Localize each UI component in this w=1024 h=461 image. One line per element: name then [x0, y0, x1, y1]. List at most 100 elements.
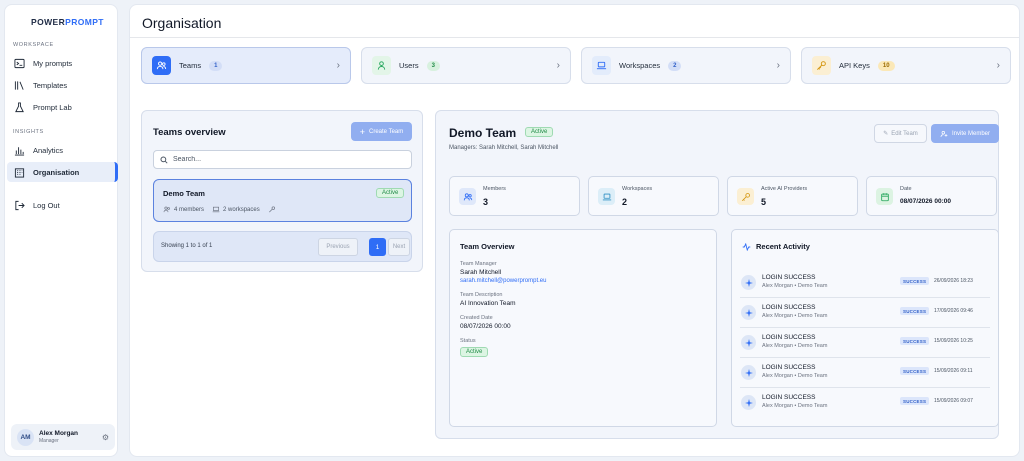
activity-badge: SUCCESS: [900, 307, 930, 315]
team-description: AI Innovation Team: [460, 300, 516, 307]
activity-title: LOGIN SUCCESS: [762, 274, 816, 281]
tab-workspaces[interactable]: Workspaces 2 ›: [581, 47, 791, 84]
activity-badge: SUCCESS: [900, 367, 930, 375]
chevron-right-icon: ›: [996, 60, 1000, 71]
activity-time: 15/09/2026 10:25: [934, 338, 973, 344]
key-icon: [737, 188, 754, 205]
activity-divider: [740, 327, 990, 328]
activity-item[interactable]: LOGIN SUCCESS Alex Morgan • Demo Team SU…: [741, 330, 986, 354]
invite-member-button[interactable]: Invite Member: [931, 124, 999, 143]
team-detail-panel: Demo Team Active Managers: Sarah Mitchel…: [435, 110, 999, 439]
tab-users[interactable]: Users 3 ›: [361, 47, 571, 84]
tab-teams[interactable]: Teams 1 ›: [141, 47, 351, 84]
previous-page-button[interactable]: Previous: [318, 238, 358, 256]
activity-title: LOGIN SUCCESS: [762, 364, 816, 371]
count-badge: 2: [668, 60, 682, 71]
next-page-button[interactable]: Next: [388, 238, 410, 256]
activity-item[interactable]: LOGIN SUCCESS Alex Morgan • Demo Team SU…: [741, 270, 986, 294]
create-team-label: Create Team: [369, 128, 404, 135]
tab-label: Workspaces: [619, 61, 661, 70]
kpi-date: Date 08/07/2026 00:00: [866, 176, 997, 216]
kpi-active-ai-providers: Active AI Providers 5: [727, 176, 858, 216]
status-label: Status: [460, 338, 476, 344]
edit-team-button[interactable]: ✎ Edit Team: [874, 124, 927, 143]
team-members-count: 4 members: [174, 206, 205, 213]
activity-time: 15/09/2026 09:11: [934, 368, 973, 374]
sidebar-item-prompt-lab[interactable]: Prompt Lab: [7, 97, 118, 117]
sidebar-item-label: My prompts: [33, 58, 73, 68]
team-card-demo-team[interactable]: Demo Team Active 4 members 2 workspaces: [153, 179, 412, 222]
team-overview-card: Team Overview Team Manager Sarah Mitchel…: [449, 229, 717, 427]
activity-subtitle: Alex Morgan • Demo Team: [762, 313, 828, 319]
sidebar-item-label: Log Out: [33, 200, 60, 210]
sparkle-icon: [741, 395, 756, 410]
activity-title: LOGIN SUCCESS: [762, 394, 816, 401]
logout-icon: [15, 200, 25, 210]
search-input[interactable]: [173, 156, 393, 163]
sidebar-item-label: Templates: [33, 80, 68, 90]
sparkle-icon: [741, 365, 756, 380]
team-name: Demo Team: [163, 189, 205, 198]
pagination-info: Showing 1 to 1 of 1: [161, 243, 213, 249]
activity-badge: SUCCESS: [900, 277, 930, 285]
tab-label: API Keys: [839, 61, 870, 70]
tab-api-keys[interactable]: API Keys 10 ›: [801, 47, 1011, 84]
building-icon: [14, 167, 25, 178]
users-icon: [459, 188, 476, 205]
activity-item[interactable]: LOGIN SUCCESS Alex Morgan • Demo Team SU…: [741, 300, 986, 324]
brand-logo[interactable]: POWERPROMPT: [31, 17, 104, 27]
team-overview-title: Team Overview: [460, 242, 514, 251]
sidebar-item-label: Analytics: [33, 145, 64, 155]
main-content: Organisation Teams 1 › Users 3 › Workspa…: [129, 4, 1020, 457]
activity-item[interactable]: LOGIN SUCCESS Alex Morgan • Demo Team SU…: [741, 360, 986, 384]
team-workspaces-count: 2 workspaces: [223, 206, 260, 213]
activity-subtitle: Alex Morgan • Demo Team: [762, 373, 828, 379]
activity-title: LOGIN SUCCESS: [762, 304, 816, 311]
created-date: 08/07/2026 00:00: [460, 323, 511, 330]
calendar-icon: [876, 188, 893, 205]
sidebar-item-my-prompts[interactable]: My prompts: [7, 53, 118, 73]
laptop-icon: [212, 206, 220, 213]
user-card[interactable]: AM Alex Morgan Manager ⚙: [11, 424, 115, 450]
chevron-right-icon: ›: [336, 60, 340, 71]
activity-item[interactable]: LOGIN SUCCESS Alex Morgan • Demo Team SU…: [741, 390, 986, 414]
activity-badge: SUCCESS: [900, 397, 930, 405]
count-badge: 1: [209, 60, 223, 71]
brand-part1: POWER: [31, 17, 66, 27]
pagination: Showing 1 to 1 of 1 Previous 1 Next: [153, 231, 412, 262]
activity-subtitle: Alex Morgan • Demo Team: [762, 343, 828, 349]
laptop-icon: [598, 188, 615, 205]
sidebar-item-analytics[interactable]: Analytics: [7, 140, 118, 160]
user-icon: [372, 56, 391, 75]
users-icon: [163, 206, 170, 213]
kpi-value: 5: [761, 197, 767, 207]
tab-label: Users: [399, 61, 419, 70]
section-label-workspace: WORKSPACE: [13, 42, 54, 48]
gear-icon[interactable]: ⚙: [102, 433, 109, 442]
sparkle-icon: [741, 275, 756, 290]
page-1-button[interactable]: 1: [369, 238, 386, 256]
activity-icon: [742, 242, 751, 251]
sidebar-item-organisation[interactable]: Organisation: [7, 162, 118, 182]
kpi-members: Members 3: [449, 176, 580, 216]
kpi-value: 08/07/2026 00:00: [900, 198, 951, 205]
team-manager-email-link[interactable]: sarah.mitchell@powerprompt.eu: [460, 278, 546, 284]
status-badge: Active: [376, 188, 405, 198]
activity-subtitle: Alex Morgan • Demo Team: [762, 403, 828, 409]
sidebar-item-label: Organisation: [33, 167, 80, 177]
edit-team-label: Edit Team: [891, 130, 918, 137]
sidebar-item-templates[interactable]: Templates: [7, 75, 118, 95]
user-role: Manager: [39, 438, 59, 444]
plus-icon: +: [359, 126, 365, 137]
books-icon: [14, 80, 24, 90]
activity-divider: [740, 357, 990, 358]
sidebar-item-log-out[interactable]: Log Out: [7, 195, 118, 215]
laptop-icon: [592, 56, 611, 75]
status-badge: Active: [460, 347, 489, 357]
flask-icon: [15, 101, 24, 112]
search-box[interactable]: [153, 150, 412, 169]
sidebar-item-label: Prompt Lab: [33, 102, 72, 112]
create-team-button[interactable]: + Create Team: [351, 122, 412, 141]
chevron-right-icon: ›: [776, 60, 780, 71]
activity-divider: [740, 297, 990, 298]
